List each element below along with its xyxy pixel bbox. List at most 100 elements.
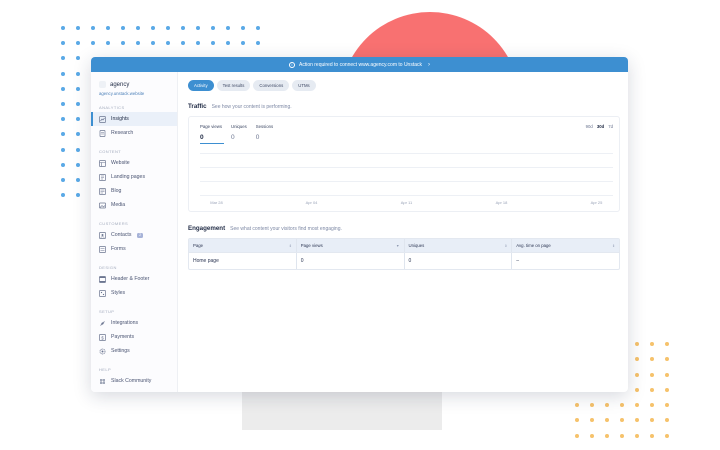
engagement-heading: Engagement See what content your visitor… (188, 225, 620, 232)
chart-gridline (200, 181, 613, 182)
metric-value: 0 (255, 134, 260, 141)
sidebar-item-research[interactable]: Research (91, 126, 177, 140)
sidebar-item-label: Blog (111, 188, 122, 194)
range-7d[interactable]: 7d (608, 124, 613, 129)
table-row[interactable]: Home page 0 0– (189, 252, 619, 269)
sidebar: agency agency.unstack.website ANALYTICS I… (91, 72, 178, 392)
decor-dot (76, 26, 80, 30)
decor-dot (650, 357, 654, 362)
decor-dot (76, 117, 80, 122)
decor-dot (196, 26, 200, 30)
active-metric-indicator (200, 143, 224, 144)
tab-conversions[interactable]: Conversions (253, 80, 290, 91)
sidebar-item-header-footer[interactable]: Header & Footer (91, 272, 177, 286)
decor-dot (650, 403, 654, 408)
gear-icon (99, 348, 106, 355)
decor-dot (256, 41, 260, 46)
column-header[interactable]: Page views ▼ (297, 239, 405, 252)
metric-sessions[interactable]: Sessions 0 (256, 124, 273, 141)
layout-icon (99, 159, 106, 167)
column-header[interactable]: Avg. time on page ⇕ (512, 239, 619, 252)
decor-dot (76, 86, 80, 91)
decor-dot (166, 26, 170, 30)
column-header[interactable]: Uniques ⇕ (405, 239, 513, 252)
decor-dot (76, 132, 80, 137)
insights-tabs: Activity Test results Conversions UTMs (188, 80, 620, 91)
metric-page-views[interactable]: Page views 0 (200, 124, 222, 141)
site-url-link[interactable]: agency.unstack.website (91, 91, 177, 96)
sidebar-item-styles[interactable]: Styles (91, 286, 177, 300)
sidebar-item-label: Integrations (111, 320, 139, 326)
tab-test-results[interactable]: Test results (216, 80, 251, 91)
metric-uniques[interactable]: Uniques 0 (231, 124, 247, 141)
column-header-label: Page (193, 243, 204, 248)
sidebar-item-media[interactable]: Media (91, 198, 177, 212)
chevron-right-icon: › (428, 61, 431, 68)
svg-text:$: $ (101, 335, 104, 340)
sidebar-nav: ANALYTICS Insights Research CONTENT Website L… (91, 105, 177, 392)
sidebar-item-help-docs[interactable]: Help Docs (91, 388, 177, 392)
decor-dot (650, 387, 654, 392)
decor-dot (181, 26, 185, 30)
range-90d[interactable]: 90d (586, 124, 593, 129)
table-body: Home page 0 0– (189, 252, 619, 269)
column-header-label: Avg. time on page (516, 243, 551, 248)
sidebar-item-landing-pages[interactable]: Landing pages (91, 170, 177, 184)
sort-icon: ▼ (396, 243, 400, 248)
decor-dot (61, 86, 65, 91)
decor-dot (665, 342, 669, 346)
table-header: Page ⇕ Page views ▼ Uniques ⇕ Avg. time on pag… (189, 239, 619, 252)
blog-icon (99, 187, 106, 195)
brand-name: agency (110, 81, 130, 88)
tab-activity[interactable]: Activity (188, 80, 214, 91)
engagement-subtitle: See what content your visitors find most… (230, 226, 342, 232)
sidebar-item-payments[interactable]: $ Payments (91, 330, 177, 344)
decor-dot (61, 162, 65, 167)
sidebar-section-title: SETUP (99, 309, 115, 314)
sidebar-item-blog[interactable]: Blog (91, 184, 177, 198)
decor-dot (635, 387, 639, 392)
decor-dot (650, 372, 654, 377)
sidebar-item-integrations[interactable]: Integrations (91, 316, 177, 330)
sidebar-item-contacts[interactable]: Contacts 2 (91, 228, 177, 242)
decor-dot (91, 26, 95, 30)
chart-icon (99, 115, 106, 123)
decor-dot (76, 147, 80, 152)
decor-dot (590, 418, 594, 423)
action-banner[interactable]: i Action required to connect www.agency.… (91, 57, 628, 72)
sidebar-section-title: CUSTOMERS (99, 221, 129, 226)
sidebar-item-settings[interactable]: Settings (91, 344, 177, 358)
decor-dot (76, 177, 80, 182)
sidebar-section-title: HELP (99, 367, 112, 372)
decor-dot (620, 418, 624, 423)
sidebar-section-title: ANALYTICS (99, 105, 125, 110)
decor-dot (91, 41, 95, 46)
brand-logo (99, 81, 106, 88)
chart-gridline (200, 195, 613, 196)
brand[interactable]: agency (91, 81, 177, 88)
main-content: Activity Test results Conversions UTMs Traf… (178, 72, 628, 392)
date-range-selector: 90d 30d 7d (586, 124, 613, 129)
table-cell: – (516, 258, 520, 264)
decor-dot (61, 41, 65, 46)
decor-dot (241, 41, 245, 46)
range-30d[interactable]: 30d (597, 124, 604, 129)
decor-dot (605, 433, 609, 438)
sidebar-item-slack-community[interactable]: Slack Community (91, 374, 177, 388)
sidebar-item-insights[interactable]: Insights (91, 112, 177, 126)
metric-value: 0 (230, 134, 235, 141)
docs-icon (99, 391, 106, 392)
tab-utms[interactable]: UTMs (292, 80, 316, 91)
decor-dot (76, 71, 80, 76)
chart-x-axis: Mar 28 Apr 04 Apr 11 Apr 18 Apr 25 (200, 200, 613, 206)
sidebar-item-label: Forms (111, 246, 126, 252)
sidebar-item-website[interactable]: Website (91, 156, 177, 170)
decor-dot (181, 41, 185, 46)
decor-dot (575, 403, 579, 408)
column-header[interactable]: Page ⇕ (189, 239, 297, 252)
sidebar-item-forms[interactable]: Forms (91, 242, 177, 256)
decor-dot (665, 433, 669, 438)
x-tick-label: Apr 04 (305, 200, 318, 205)
sort-icon: ⇕ (504, 243, 508, 248)
decor-dot (665, 403, 669, 408)
